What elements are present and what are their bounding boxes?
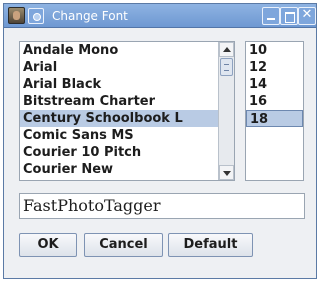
font-preview-field[interactable]: FastPhotoTagger: [19, 193, 305, 219]
ok-button[interactable]: OK: [19, 233, 77, 257]
minimize-icon[interactable]: [262, 7, 280, 25]
font-family-list[interactable]: Andale Mono Arial Arial Black Bitstream …: [19, 41, 235, 181]
font-list-item[interactable]: Comic Sans MS: [20, 127, 234, 144]
title-bar[interactable]: Change Font ✕: [4, 4, 316, 28]
cancel-button[interactable]: Cancel: [84, 233, 163, 257]
size-list-item[interactable]: 10: [246, 42, 303, 59]
window-menu-icon[interactable]: [28, 8, 44, 24]
scroll-up-arrow-icon[interactable]: [219, 42, 234, 57]
font-list-item[interactable]: Courier 10 Pitch: [20, 144, 234, 161]
font-list-item-selected[interactable]: Century Schoolbook L: [20, 110, 234, 127]
close-icon[interactable]: ✕: [298, 7, 316, 25]
window-title: Change Font: [52, 9, 128, 23]
font-list-item[interactable]: Courier New: [20, 161, 234, 178]
font-list-item[interactable]: Arial Black: [20, 76, 234, 93]
size-list-item[interactable]: 12: [246, 59, 303, 76]
size-list-item[interactable]: 14: [246, 76, 303, 93]
size-list-item[interactable]: 16: [246, 93, 303, 110]
font-list-scrollbar[interactable]: [218, 42, 234, 180]
font-size-list[interactable]: 10 12 14 16 18: [245, 41, 304, 181]
size-list-item-selected[interactable]: 18: [246, 110, 303, 127]
font-list-item[interactable]: Andale Mono: [20, 42, 234, 59]
app-photo-icon: [8, 7, 25, 24]
scroll-thumb[interactable]: [220, 58, 233, 76]
scroll-down-arrow-icon[interactable]: [219, 165, 234, 180]
font-list-item[interactable]: Arial: [20, 59, 234, 76]
maximize-icon[interactable]: [280, 7, 298, 25]
font-list-item[interactable]: Bitstream Charter: [20, 93, 234, 110]
default-button[interactable]: Default: [168, 233, 253, 257]
change-font-dialog: Change Font ✕ Andale Mono Arial Arial Bl…: [3, 3, 317, 279]
